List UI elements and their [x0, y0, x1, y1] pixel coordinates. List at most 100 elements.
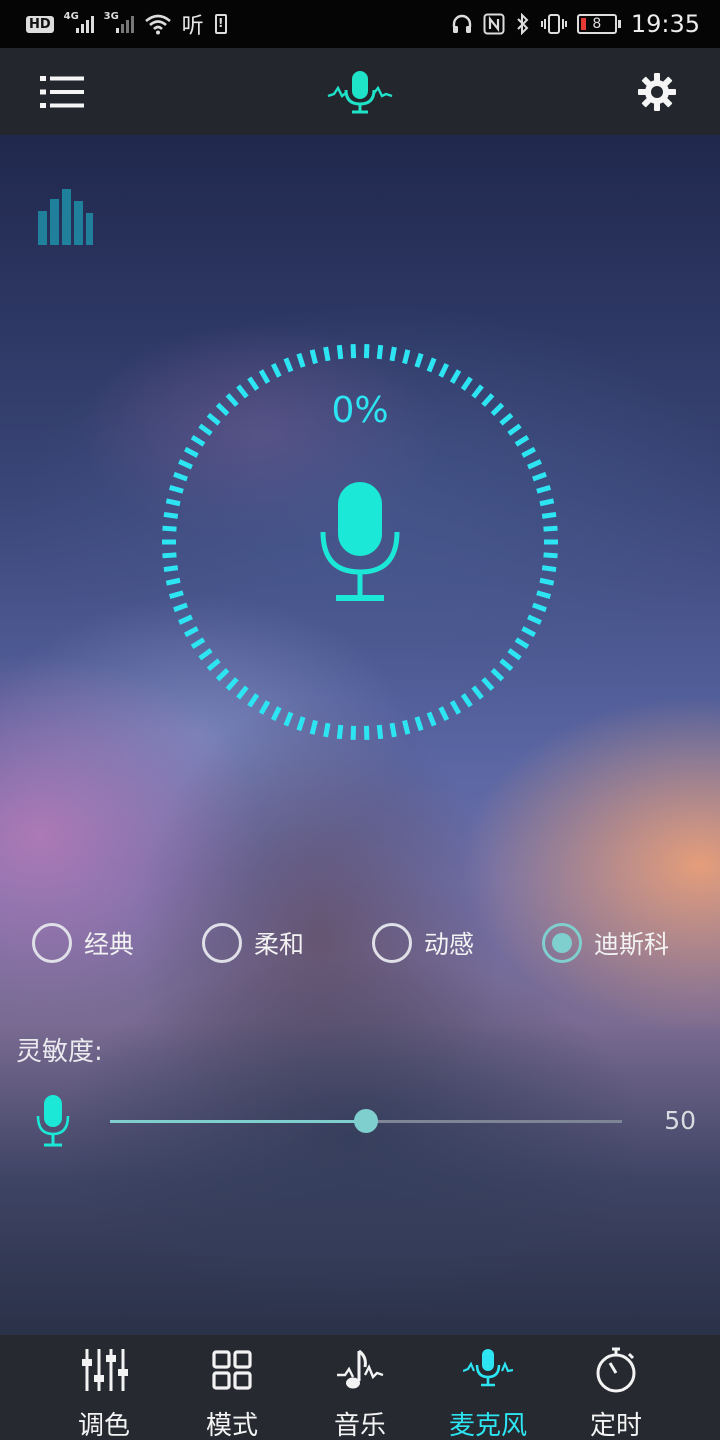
- mode-label: 动感: [424, 930, 475, 959]
- nav-label: 音乐: [333, 1411, 386, 1440]
- ring-tick: [168, 590, 184, 599]
- ring-tick: [532, 602, 547, 613]
- ring-tick: [521, 446, 536, 458]
- ring-tick: [543, 552, 558, 559]
- ring-tick: [162, 552, 177, 559]
- ring-tick: [162, 525, 177, 532]
- ring-tick: [389, 346, 397, 362]
- ring-tick: [168, 485, 184, 494]
- ring-tick: [173, 602, 188, 613]
- ring-tick: [449, 700, 462, 715]
- alert-icon: !: [214, 14, 227, 34]
- mode-options: 经典 柔和 动感 迪斯科: [0, 918, 720, 968]
- ring-tick: [449, 369, 462, 384]
- sensitivity-slider[interactable]: [110, 1109, 622, 1133]
- ring-tick: [163, 511, 179, 519]
- ring-tick: [309, 719, 318, 735]
- list-icon: [40, 75, 84, 108]
- ring-tick: [198, 423, 213, 436]
- nav-item-mode[interactable]: 模式: [182, 1335, 282, 1440]
- nfc-icon: [483, 13, 505, 35]
- wifi-icon: [144, 14, 171, 35]
- ring-tick: [270, 362, 282, 378]
- status-bar-left: HD 4G 3G 听 !: [26, 8, 227, 40]
- ring-tick: [541, 565, 557, 573]
- headphones-icon: [452, 14, 472, 33]
- bottom-nav: 调色 模式 音乐 麦克风 定时: [0, 1335, 720, 1440]
- ring-tick: [514, 434, 530, 447]
- status-bar: HD 4G 3G 听 ! 8 19:35: [0, 0, 720, 48]
- mic-small-icon: [36, 1095, 70, 1147]
- mode-option-disco[interactable]: 迪斯科: [542, 918, 669, 968]
- ring-tick: [481, 677, 495, 691]
- nav-item-microphone[interactable]: 麦克风: [438, 1335, 538, 1440]
- ring-tick: [184, 446, 199, 458]
- menu-button[interactable]: [18, 48, 108, 135]
- mode-option-classic[interactable]: 经典: [32, 918, 134, 968]
- nav-item-music[interactable]: 音乐: [310, 1335, 410, 1440]
- equalizer-icon[interactable]: [36, 187, 94, 247]
- ring-tick: [471, 384, 484, 399]
- ring-tick: [514, 637, 530, 650]
- ring-tick: [536, 590, 552, 599]
- ring-tick: [258, 369, 271, 384]
- mode-option-soft[interactable]: 柔和: [202, 918, 304, 968]
- ring-tick: [165, 498, 181, 507]
- signal-4g-icon: 4G: [64, 11, 94, 35]
- ring-tick: [438, 706, 450, 722]
- ring-tick: [527, 614, 542, 625]
- ring-tick: [460, 376, 473, 391]
- main-area: 0% 经典 柔和 动感 迪斯科 灵敏度: 50: [0, 135, 720, 1335]
- ring-tick: [190, 637, 206, 650]
- ring-tick: [507, 648, 522, 661]
- ring-tick: [296, 716, 306, 732]
- settings-button[interactable]: [612, 48, 702, 135]
- ring-tick: [270, 706, 282, 722]
- ring-tick: [438, 362, 450, 378]
- clock: 19:35: [630, 10, 700, 38]
- ring-tick: [499, 658, 514, 672]
- ring-tick: [184, 626, 199, 638]
- ring-tick: [236, 384, 249, 399]
- nav-label: 麦克风: [448, 1411, 527, 1440]
- ring-tick: [283, 357, 294, 373]
- mode-option-dynamic[interactable]: 动感: [372, 918, 474, 968]
- ring-tick: [247, 693, 260, 708]
- ring-tick: [543, 525, 558, 532]
- ring-tick: [426, 711, 437, 727]
- sensitivity-value: 50: [664, 1106, 696, 1135]
- radio-button[interactable]: [202, 923, 242, 963]
- ring-tick: [163, 565, 179, 573]
- nav-label: 模式: [205, 1411, 258, 1440]
- music-note-icon: [337, 1349, 384, 1389]
- nav-item-timer[interactable]: 定时: [566, 1335, 666, 1440]
- ring-tick: [206, 658, 221, 672]
- ring-tick: [190, 434, 206, 447]
- microphone-icon[interactable]: [318, 480, 402, 605]
- ring-tick: [376, 344, 384, 360]
- ring-tick: [215, 668, 230, 682]
- hd-badge: HD: [26, 15, 54, 33]
- ring-tick: [178, 459, 193, 470]
- radio-button[interactable]: [372, 923, 412, 963]
- radio-button[interactable]: [32, 923, 72, 963]
- nav-item-color[interactable]: 调色: [54, 1335, 154, 1440]
- ring-tick: [536, 485, 552, 494]
- ring-tick: [507, 423, 522, 436]
- ring-tick: [178, 614, 193, 625]
- grid-icon: [212, 1350, 252, 1390]
- ring-tick: [309, 349, 318, 365]
- ring-tick: [471, 685, 484, 700]
- bluetooth-icon: [517, 13, 529, 35]
- sensitivity-row: 50: [0, 1090, 720, 1160]
- nav-label: 定时: [589, 1411, 642, 1440]
- radio-button-selected[interactable]: [542, 923, 582, 963]
- nav-label: 调色: [77, 1411, 130, 1440]
- ring-tick: [490, 402, 505, 416]
- mic-wave-icon: [327, 71, 393, 114]
- ring-tick: [481, 393, 495, 407]
- slider-thumb[interactable]: [354, 1109, 378, 1133]
- slider-fill: [110, 1120, 366, 1123]
- ring-tick: [426, 357, 437, 373]
- vibrate-icon: [540, 14, 567, 34]
